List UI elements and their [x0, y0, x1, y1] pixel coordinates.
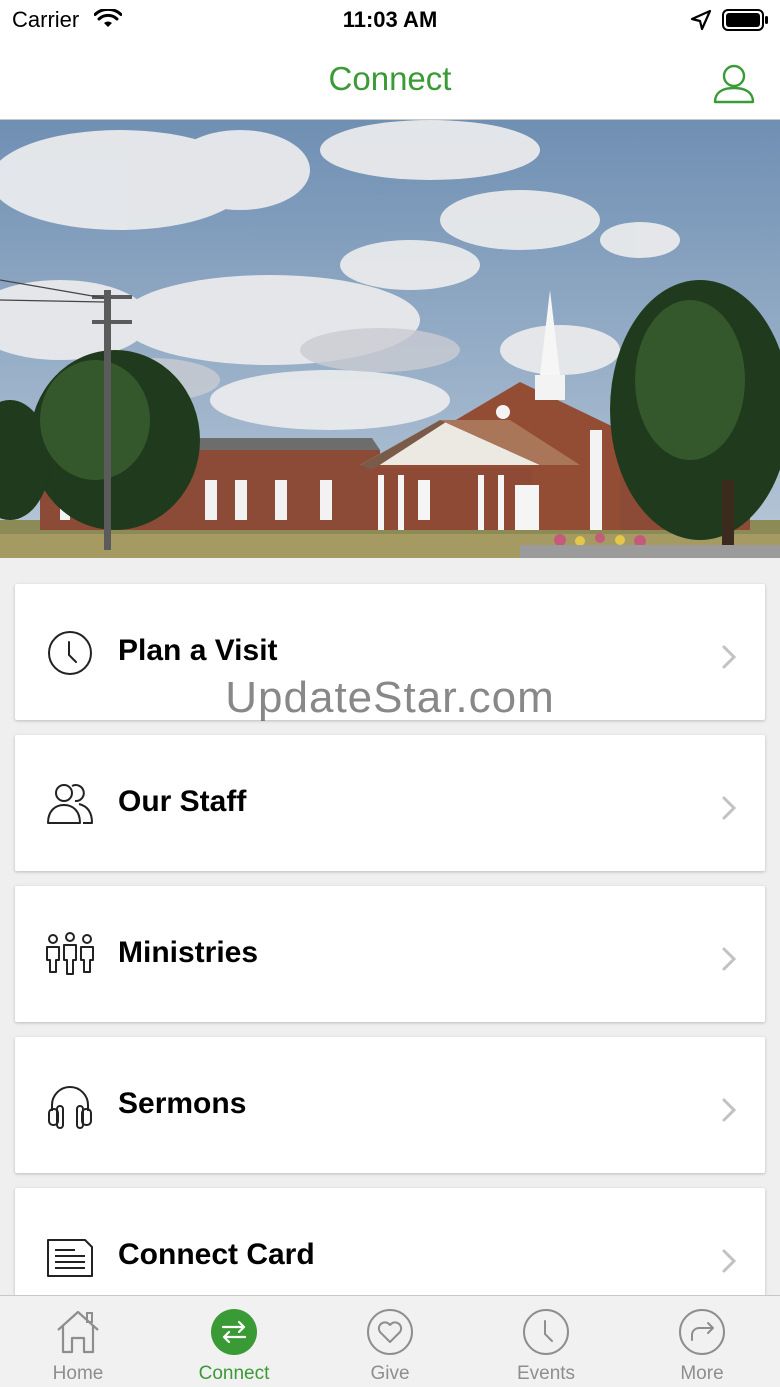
menu-item-label: Our Staff [118, 785, 247, 818]
clock-icon [523, 1309, 569, 1355]
menu-item-label: Connect Card [118, 1238, 315, 1271]
chevron-right-icon [722, 645, 737, 669]
chevron-right-icon [722, 947, 737, 971]
tab-bar: Home Connect Give Events More [0, 1295, 780, 1387]
menu-item-connect-card[interactable]: Connect Card [15, 1188, 765, 1295]
tab-home[interactable]: Home [0, 1296, 156, 1387]
tab-give[interactable]: Give [312, 1296, 468, 1387]
tab-events[interactable]: Events [468, 1296, 624, 1387]
menu-item-plan-a-visit[interactable]: Plan a Visit [15, 584, 765, 720]
tab-label: Give [370, 1363, 410, 1384]
status-bar: Carrier 11:03 AM [0, 0, 780, 40]
menu-item-label: Plan a Visit [118, 634, 278, 667]
tab-label: Connect [198, 1363, 270, 1384]
connect-arrows-icon [211, 1309, 257, 1355]
document-icon [47, 1239, 93, 1277]
nav-bar: Connect [0, 40, 780, 120]
profile-icon[interactable] [712, 62, 756, 106]
chevron-right-icon [722, 1249, 737, 1273]
menu-item-our-staff[interactable]: Our Staff [15, 735, 765, 871]
page-title: Connect [328, 60, 452, 97]
headphones-icon [48, 1086, 92, 1129]
menu-item-ministries[interactable]: Ministries [15, 886, 765, 1022]
chevron-right-icon [722, 1098, 737, 1122]
location-arrow-icon [690, 9, 712, 31]
battery-icon [722, 9, 768, 31]
church-photo [0, 120, 780, 558]
people-icon [47, 784, 93, 824]
menu-item-label: Sermons [118, 1087, 247, 1120]
tab-label: More [680, 1363, 724, 1384]
chevron-right-icon [722, 796, 737, 820]
menu-item-sermons[interactable]: Sermons [15, 1037, 765, 1173]
tab-label: Home [52, 1363, 104, 1384]
clock-icon [48, 631, 92, 675]
group-icon [46, 932, 94, 975]
menu-list: Plan a Visit Our Staff Ministries Sermon… [0, 558, 780, 1295]
tab-connect[interactable]: Connect [156, 1296, 312, 1387]
tab-more[interactable]: More [624, 1296, 780, 1387]
menu-item-label: Ministries [118, 936, 259, 969]
status-time: 11:03 AM [342, 7, 438, 32]
heart-icon [367, 1309, 413, 1355]
share-arrow-icon [679, 1309, 725, 1355]
tab-label: Events [516, 1363, 576, 1384]
home-icon [57, 1310, 99, 1354]
